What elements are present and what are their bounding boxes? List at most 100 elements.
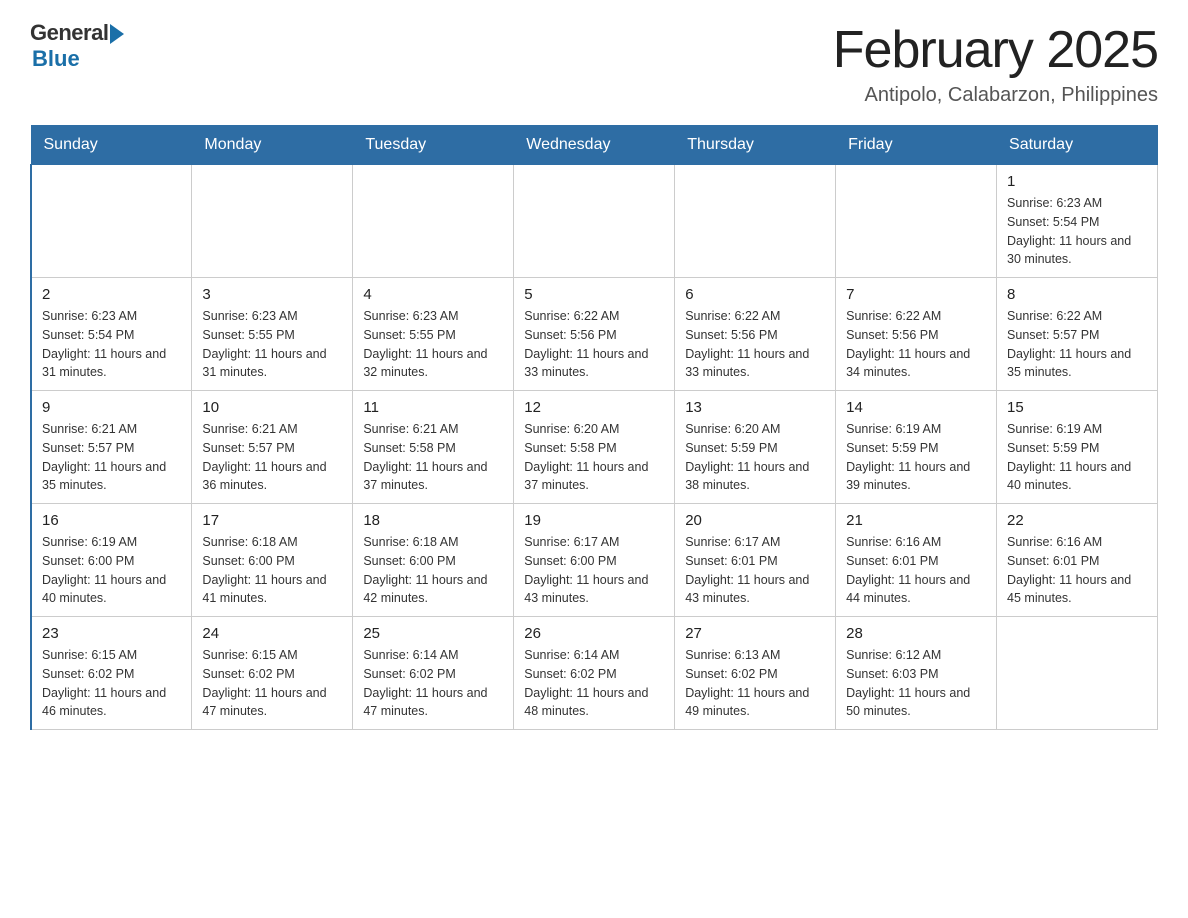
calendar-day-cell: 20 Sunrise: 6:17 AMSunset: 6:01 PMDayligh… (675, 504, 836, 617)
day-info: Sunrise: 6:23 AMSunset: 5:54 PMDaylight:… (1007, 194, 1147, 269)
calendar-day-cell (675, 165, 836, 278)
day-info: Sunrise: 6:20 AMSunset: 5:59 PMDaylight:… (685, 420, 825, 495)
day-info: Sunrise: 6:19 AMSunset: 6:00 PMDaylight:… (42, 533, 181, 608)
day-info: Sunrise: 6:16 AMSunset: 6:01 PMDaylight:… (846, 533, 986, 608)
day-info: Sunrise: 6:15 AMSunset: 6:02 PMDaylight:… (42, 646, 181, 721)
day-number: 26 (524, 625, 664, 642)
calendar-header-row: SundayMondayTuesdayWednesdayThursdayFrid… (31, 126, 1158, 165)
day-info: Sunrise: 6:19 AMSunset: 5:59 PMDaylight:… (1007, 420, 1147, 495)
day-info: Sunrise: 6:13 AMSunset: 6:02 PMDaylight:… (685, 646, 825, 721)
day-info: Sunrise: 6:16 AMSunset: 6:01 PMDaylight:… (1007, 533, 1147, 608)
day-of-week-header: Tuesday (353, 126, 514, 165)
calendar-day-cell: 13 Sunrise: 6:20 AMSunset: 5:59 PMDayligh… (675, 391, 836, 504)
day-info: Sunrise: 6:12 AMSunset: 6:03 PMDaylight:… (846, 646, 986, 721)
day-number: 6 (685, 286, 825, 303)
calendar-day-cell: 16 Sunrise: 6:19 AMSunset: 6:00 PMDayligh… (31, 504, 192, 617)
day-of-week-header: Thursday (675, 126, 836, 165)
calendar-week-row: 16 Sunrise: 6:19 AMSunset: 6:00 PMDayligh… (31, 504, 1158, 617)
calendar-day-cell: 9 Sunrise: 6:21 AMSunset: 5:57 PMDaylight… (31, 391, 192, 504)
calendar-day-cell: 3 Sunrise: 6:23 AMSunset: 5:55 PMDaylight… (192, 278, 353, 391)
day-info: Sunrise: 6:18 AMSunset: 6:00 PMDaylight:… (363, 533, 503, 608)
day-number: 13 (685, 399, 825, 416)
calendar-day-cell: 28 Sunrise: 6:12 AMSunset: 6:03 PMDayligh… (836, 617, 997, 730)
calendar-day-cell: 10 Sunrise: 6:21 AMSunset: 5:57 PMDayligh… (192, 391, 353, 504)
calendar-day-cell (31, 165, 192, 278)
calendar-day-cell: 1 Sunrise: 6:23 AMSunset: 5:54 PMDaylight… (997, 165, 1158, 278)
day-info: Sunrise: 6:20 AMSunset: 5:58 PMDaylight:… (524, 420, 664, 495)
day-number: 28 (846, 625, 986, 642)
day-of-week-header: Saturday (997, 126, 1158, 165)
day-number: 25 (363, 625, 503, 642)
calendar-day-cell: 11Sunrise: 6:21 AMSunset: 5:58 PMDayligh… (353, 391, 514, 504)
calendar-day-cell: 15Sunrise: 6:19 AMSunset: 5:59 PMDayligh… (997, 391, 1158, 504)
calendar-day-cell: 12 Sunrise: 6:20 AMSunset: 5:58 PMDayligh… (514, 391, 675, 504)
day-of-week-header: Monday (192, 126, 353, 165)
day-number: 24 (202, 625, 342, 642)
day-info: Sunrise: 6:17 AMSunset: 6:01 PMDaylight:… (685, 533, 825, 608)
calendar-subtitle: Antipolo, Calabarzon, Philippines (833, 84, 1158, 107)
day-info: Sunrise: 6:18 AMSunset: 6:00 PMDaylight:… (202, 533, 342, 608)
day-info: Sunrise: 6:22 AMSunset: 5:56 PMDaylight:… (846, 307, 986, 382)
day-info: Sunrise: 6:14 AMSunset: 6:02 PMDaylight:… (363, 646, 503, 721)
day-number: 22 (1007, 512, 1147, 529)
day-info: Sunrise: 6:22 AMSunset: 5:56 PMDaylight:… (524, 307, 664, 382)
day-number: 16 (42, 512, 181, 529)
day-number: 12 (524, 399, 664, 416)
day-info: Sunrise: 6:21 AMSunset: 5:57 PMDaylight:… (202, 420, 342, 495)
calendar-day-cell: 7 Sunrise: 6:22 AMSunset: 5:56 PMDaylight… (836, 278, 997, 391)
title-block: February 2025 Antipolo, Calabarzon, Phil… (833, 20, 1158, 107)
day-info: Sunrise: 6:22 AMSunset: 5:56 PMDaylight:… (685, 307, 825, 382)
calendar-day-cell (836, 165, 997, 278)
day-info: Sunrise: 6:22 AMSunset: 5:57 PMDaylight:… (1007, 307, 1147, 382)
calendar-week-row: 9 Sunrise: 6:21 AMSunset: 5:57 PMDaylight… (31, 391, 1158, 504)
day-number: 5 (524, 286, 664, 303)
day-number: 4 (363, 286, 503, 303)
day-of-week-header: Wednesday (514, 126, 675, 165)
calendar-day-cell: 24 Sunrise: 6:15 AMSunset: 6:02 PMDayligh… (192, 617, 353, 730)
calendar-day-cell: 18 Sunrise: 6:18 AMSunset: 6:00 PMDayligh… (353, 504, 514, 617)
calendar-day-cell: 4Sunrise: 6:23 AMSunset: 5:55 PMDaylight… (353, 278, 514, 391)
logo-blue-text: Blue (32, 46, 80, 72)
calendar-week-row: 23 Sunrise: 6:15 AMSunset: 6:02 PMDayligh… (31, 617, 1158, 730)
calendar-day-cell: 26Sunrise: 6:14 AMSunset: 6:02 PMDayligh… (514, 617, 675, 730)
calendar-day-cell (997, 617, 1158, 730)
day-number: 2 (42, 286, 181, 303)
calendar-day-cell: 6 Sunrise: 6:22 AMSunset: 5:56 PMDaylight… (675, 278, 836, 391)
day-number: 19 (524, 512, 664, 529)
day-number: 7 (846, 286, 986, 303)
day-number: 27 (685, 625, 825, 642)
day-info: Sunrise: 6:15 AMSunset: 6:02 PMDaylight:… (202, 646, 342, 721)
day-number: 14 (846, 399, 986, 416)
calendar-week-row: 2 Sunrise: 6:23 AMSunset: 5:54 PMDaylight… (31, 278, 1158, 391)
day-number: 17 (202, 512, 342, 529)
day-number: 1 (1007, 173, 1147, 190)
day-info: Sunrise: 6:23 AMSunset: 5:55 PMDaylight:… (202, 307, 342, 382)
calendar-day-cell: 17 Sunrise: 6:18 AMSunset: 6:00 PMDayligh… (192, 504, 353, 617)
calendar-day-cell: 19 Sunrise: 6:17 AMSunset: 6:00 PMDayligh… (514, 504, 675, 617)
calendar-day-cell: 5 Sunrise: 6:22 AMSunset: 5:56 PMDaylight… (514, 278, 675, 391)
calendar-day-cell: 14 Sunrise: 6:19 AMSunset: 5:59 PMDayligh… (836, 391, 997, 504)
logo-arrow-icon (110, 24, 124, 44)
day-number: 3 (202, 286, 342, 303)
day-number: 21 (846, 512, 986, 529)
logo-general-text: General (30, 20, 108, 46)
calendar-day-cell: 23 Sunrise: 6:15 AMSunset: 6:02 PMDayligh… (31, 617, 192, 730)
day-info: Sunrise: 6:17 AMSunset: 6:00 PMDaylight:… (524, 533, 664, 608)
day-number: 10 (202, 399, 342, 416)
day-number: 18 (363, 512, 503, 529)
day-info: Sunrise: 6:23 AMSunset: 5:54 PMDaylight:… (42, 307, 181, 382)
day-info: Sunrise: 6:19 AMSunset: 5:59 PMDaylight:… (846, 420, 986, 495)
calendar-day-cell (353, 165, 514, 278)
day-of-week-header: Sunday (31, 126, 192, 165)
day-number: 20 (685, 512, 825, 529)
day-number: 23 (42, 625, 181, 642)
calendar-day-cell: 8Sunrise: 6:22 AMSunset: 5:57 PMDaylight… (997, 278, 1158, 391)
calendar-day-cell: 22 Sunrise: 6:16 AMSunset: 6:01 PMDayligh… (997, 504, 1158, 617)
day-number: 11 (363, 399, 503, 416)
day-info: Sunrise: 6:21 AMSunset: 5:57 PMDaylight:… (42, 420, 181, 495)
calendar-title: February 2025 (833, 20, 1158, 80)
day-number: 9 (42, 399, 181, 416)
day-of-week-header: Friday (836, 126, 997, 165)
calendar-day-cell (192, 165, 353, 278)
calendar-table: SundayMondayTuesdayWednesdayThursdayFrid… (30, 125, 1158, 730)
